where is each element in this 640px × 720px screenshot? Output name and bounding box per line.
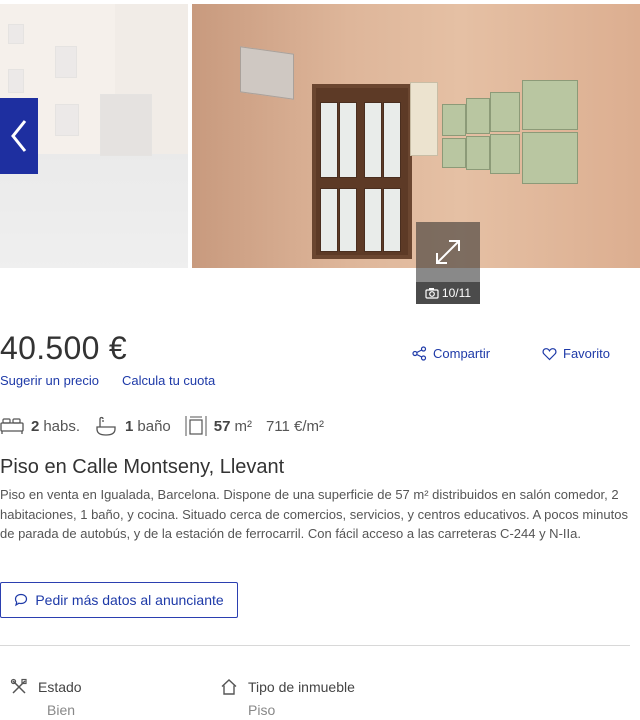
spec-tipo-inmueble: Tipo de inmueble Piso <box>220 678 355 718</box>
house-icon <box>221 679 237 695</box>
spec-estado: Estado Bien <box>10 678 82 718</box>
area-feature: 57 m² <box>185 415 252 437</box>
favorite-label: Favorito <box>563 346 610 361</box>
listing-title: Piso en Calle Montseny, Llevant <box>0 456 285 478</box>
rooms-value: 2 <box>31 417 40 435</box>
spec-label-row: Tipo de inmueble <box>220 678 355 696</box>
listing-description: Piso en venta en Igualada, Barcelona. Di… <box>0 487 628 541</box>
contact-advertiser-label: Pedir más datos al anunciante <box>35 592 224 608</box>
area-value: 57 <box>213 417 231 435</box>
baths-feature: 1 baño <box>94 415 171 437</box>
area-unit: m² <box>234 417 252 435</box>
chat-bubble-icon <box>15 593 28 607</box>
price-per-m2: 711 €/m² <box>266 418 324 435</box>
bed-icon <box>0 418 24 434</box>
spec-value: Bien <box>47 702 76 718</box>
spec-label: Estado <box>38 679 82 695</box>
share-icon <box>412 346 427 361</box>
fuse-box <box>410 82 438 156</box>
area-icon <box>185 416 207 436</box>
photo-counter: 10/11 <box>416 282 480 304</box>
tools-icon <box>10 678 27 694</box>
share-label: Compartir <box>433 346 491 361</box>
bathtub-icon <box>96 416 116 436</box>
baths-unit: baño <box>137 417 171 435</box>
favorite-button[interactable]: Favorito <box>542 346 610 361</box>
calculate-fee-link[interactable]: Calcula tu cuota <box>122 373 215 388</box>
expand-gallery-button[interactable] <box>416 222 480 282</box>
section-divider <box>0 645 630 646</box>
mailboxes <box>442 76 582 201</box>
spec-label-row: Estado <box>10 678 82 696</box>
rooms-unit: habs. <box>43 417 81 435</box>
features-row: 2 habs. 1 baño 57 m² 711 €/m² <box>0 414 338 438</box>
expand-arrows-icon <box>436 240 460 264</box>
camera-icon <box>425 288 439 299</box>
listing-price: 40.500 € <box>0 330 127 366</box>
heart-icon <box>542 347 557 360</box>
share-button[interactable]: Compartir <box>412 346 490 361</box>
contact-advertiser-button[interactable]: Pedir más datos al anunciante <box>0 582 238 618</box>
photo-counter-text: 10/11 <box>441 286 472 300</box>
chevron-left-icon <box>11 120 27 152</box>
rooms-feature: 2 habs. <box>0 417 80 435</box>
air-conditioner <box>240 46 294 100</box>
spec-label: Tipo de inmueble <box>248 679 355 695</box>
spec-value: Piso <box>248 702 276 718</box>
price-per-m2-value: 711 €/m² <box>265 417 325 435</box>
photo-gallery <box>0 0 640 282</box>
baths-value: 1 <box>125 417 134 435</box>
previous-photo-button[interactable] <box>0 98 38 174</box>
suggest-price-link[interactable]: Sugerir un precio <box>0 373 99 388</box>
entrance-door <box>312 84 412 259</box>
